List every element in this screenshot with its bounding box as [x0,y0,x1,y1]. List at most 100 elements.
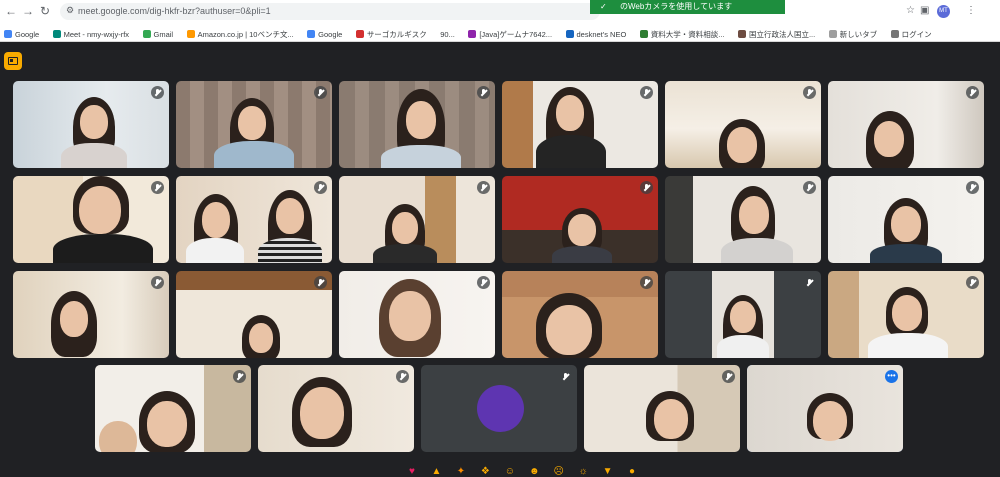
mic-off-icon [640,86,653,99]
bookmark-item[interactable]: Google [307,27,342,40]
arrow-left-icon[interactable]: ← [4,4,18,18]
site-icon [737,30,746,38]
profile-avatar[interactable]: MT [937,5,950,18]
participant-tile[interactable] [828,81,984,168]
mic-off-icon [803,181,816,194]
panel-icon [8,57,18,65]
mic-off-icon [966,276,979,289]
avatar [477,385,524,432]
participant-tile[interactable] [421,365,577,452]
bookmark-item[interactable]: 90... [440,27,455,40]
participant-tile[interactable] [665,81,821,168]
globe-icon [890,30,899,38]
participant-tile[interactable] [828,271,984,358]
reload-icon[interactable]: ↻ [38,4,52,18]
mic-off-icon [722,370,735,383]
side-panel-toggle[interactable] [4,52,22,70]
mic-off-icon [477,276,490,289]
participant-tile[interactable] [176,176,332,263]
bookmark-item[interactable]: Amazon.co.jp | 10ベンチ文... [186,27,294,40]
site-icon [639,30,648,38]
bookmark-item[interactable]: desknet's NEO [565,27,626,40]
checkmark-icon: ✓ [600,2,607,11]
site-icon [468,30,477,38]
mic-off-icon [966,181,979,194]
participant-tile[interactable] [13,81,169,168]
bookmark-item[interactable]: [Java]ゲームナ7642... [468,27,552,40]
bookmark-item[interactable]: Gmail [142,27,173,40]
site-icon [355,30,364,38]
mic-off-icon [966,86,979,99]
mic-off-icon [640,276,653,289]
participant-tile[interactable] [665,271,821,358]
participant-tile[interactable] [258,365,414,452]
surprised-icon[interactable]: ☻ [527,465,541,477]
mic-off-icon [803,86,816,99]
mic-off-icon [151,181,164,194]
sun-icon[interactable]: ● [625,465,639,477]
participant-tile[interactable] [502,271,658,358]
bookmarks-bar: Google Meet - nmy-wxjy-rfx Gmail Amazon.… [0,24,1000,40]
bookmark-item[interactable]: ログイン [890,27,932,40]
google-icon [142,30,151,38]
address-bar-url: meet.google.com/dig-hkfr-bzr?authuser=0&… [78,6,271,16]
mic-off-icon [477,86,490,99]
google-icon [307,30,316,38]
more-options-icon[interactable]: ••• [885,370,898,383]
participant-tile[interactable] [176,271,332,358]
clapping-hands-icon[interactable]: ❖ [478,465,492,477]
camera-icon[interactable]: ▣ [920,5,929,16]
mic-off-icon [151,86,164,99]
thinking-icon[interactable]: ☼ [576,465,590,477]
mic-off-icon [314,276,327,289]
arrow-right-icon[interactable]: → [21,4,35,18]
star-icon[interactable]: ☆ [906,5,915,16]
participant-tile[interactable] [13,271,169,358]
thumbs-up-icon[interactable]: ▲ [429,465,443,477]
mic-off-icon [233,370,246,383]
mic-off-icon [151,276,164,289]
tears-of-joy-icon[interactable]: ☺ [503,465,517,477]
amazon-icon [186,30,195,38]
bookmark-item[interactable]: 資料大学・資料相談... [639,27,725,40]
globe-icon [828,30,837,38]
participant-tile[interactable] [502,81,658,168]
bookmark-item[interactable]: Google [4,27,39,40]
bookmark-item[interactable]: サーゴカルギスク [355,27,427,40]
participant-tile[interactable] [13,176,169,263]
sparkling-heart-icon[interactable]: ♥ [405,465,419,477]
site-icon [565,30,574,38]
mic-off-icon [477,181,490,194]
participant-tile[interactable] [665,176,821,263]
address-bar[interactable]: ⚙ meet.google.com/dig-hkfr-bzr?authuser=… [60,3,600,20]
menu-icon[interactable]: ⋮ [966,5,976,16]
participant-tile[interactable] [95,365,251,452]
party-popper-icon[interactable]: ✦ [454,465,468,477]
participant-tile-active[interactable]: ••• [747,365,903,452]
reactions-bar: ♥ ▲ ✦ ❖ ☺ ☻ ☹ ☼ ▼ ● [405,461,645,477]
thumbs-down-icon[interactable]: ▼ [601,465,615,477]
bookmark-item[interactable]: 国立行政法人国立... [737,27,815,40]
browser-toolbar: ← → ↻ ⚙ meet.google.com/dig-hkfr-bzr?aut… [0,0,1000,42]
camera-toast-text: のWebカメラを使用しています [620,2,733,11]
mic-off-icon [559,370,572,383]
participant-tile[interactable] [339,271,495,358]
participant-tile[interactable] [176,81,332,168]
participant-tile[interactable] [502,176,658,263]
mic-off-icon [314,86,327,99]
site-info-icon[interactable]: ⚙ [66,5,74,16]
participant-tile[interactable] [584,365,740,452]
meet-icon [52,30,61,38]
mic-off-icon [314,181,327,194]
participant-tile[interactable] [339,81,495,168]
mic-off-icon [396,370,409,383]
bookmark-item[interactable]: 新しいタブ [828,27,877,40]
participant-tile[interactable] [339,176,495,263]
crying-icon[interactable]: ☹ [552,465,566,477]
mic-off-icon [640,181,653,194]
mic-off-icon [803,276,816,289]
camera-in-use-toast: ✓ のWebカメラを使用しています [590,0,785,14]
participant-tile[interactable] [828,176,984,263]
bookmark-item[interactable]: Meet - nmy-wxjy-rfx [52,27,129,40]
google-icon [4,30,12,38]
